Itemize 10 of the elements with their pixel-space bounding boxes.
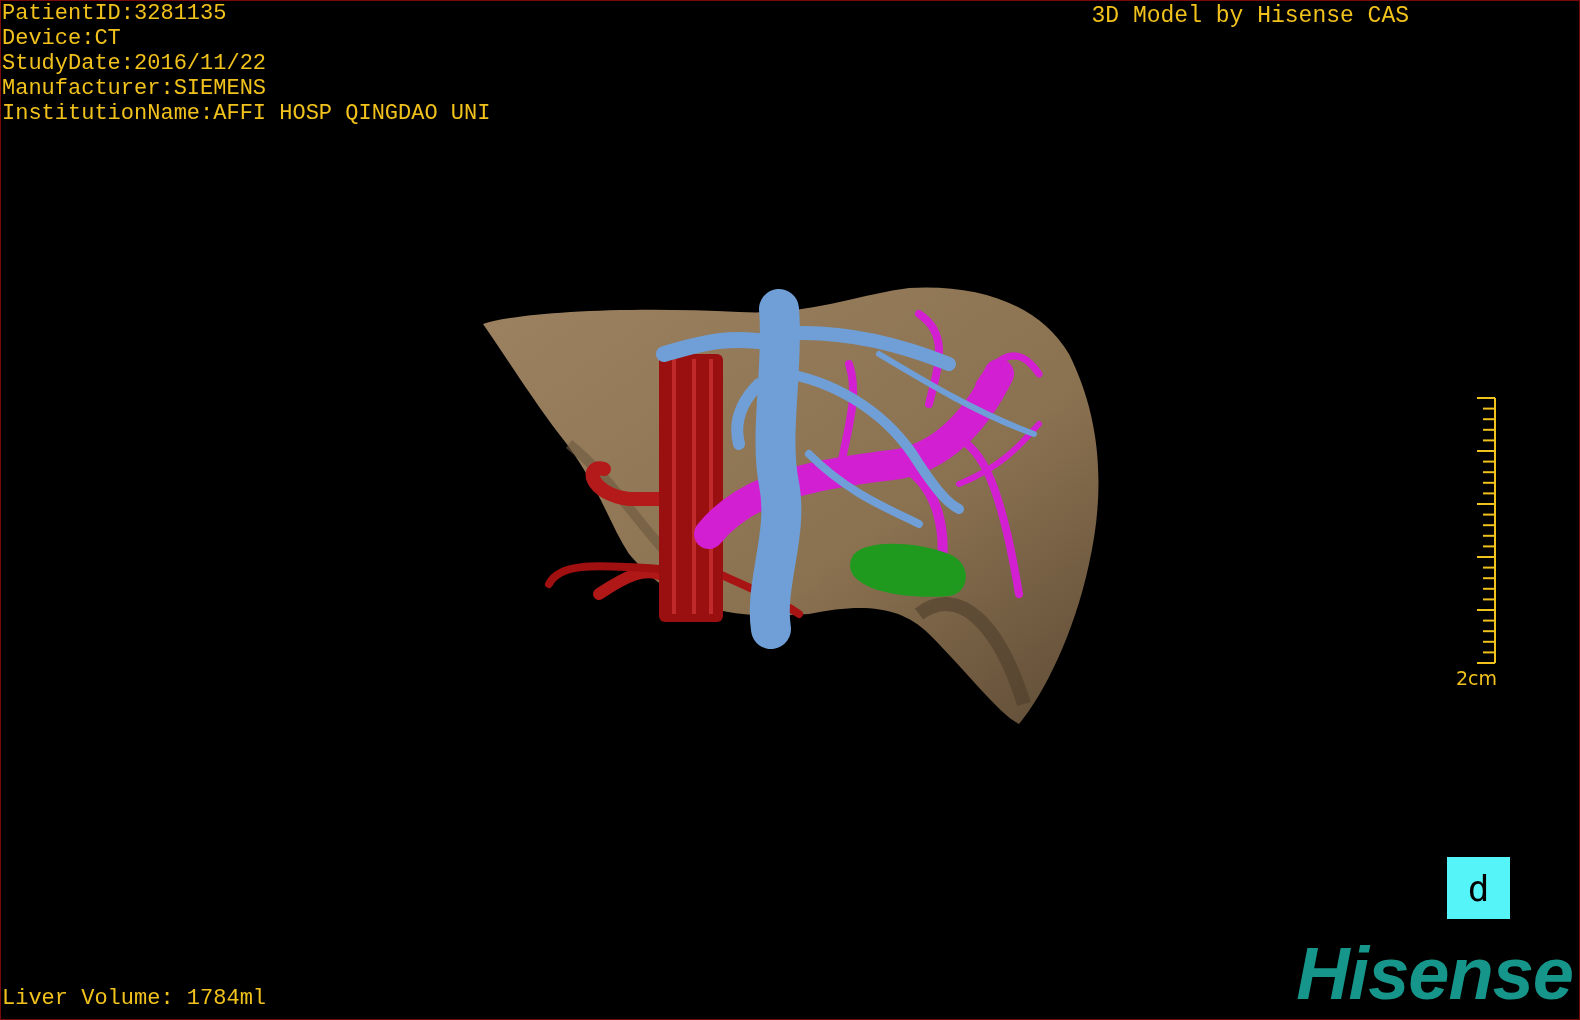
patient-info-line: PatientID:3281135 xyxy=(2,1,228,26)
scale-label: 2cm xyxy=(1455,668,1497,688)
patient-info-line: Manufacturer:SIEMENS xyxy=(2,76,268,101)
model-title: 3D Model by Hisense CAS xyxy=(1091,2,1409,31)
liver-volume-text: Liver Volume: 1784ml xyxy=(2,987,267,1011)
patient-info-line: Device:CT xyxy=(2,26,122,51)
view-label: d xyxy=(1447,857,1510,919)
patient-info-line: InstitutionName:AFFI HOSP QINGDAO UNI xyxy=(2,101,491,126)
brand-logo: Hisense xyxy=(1296,943,1573,1005)
patient-info-line: StudyDate:2016/11/22 xyxy=(2,51,268,76)
